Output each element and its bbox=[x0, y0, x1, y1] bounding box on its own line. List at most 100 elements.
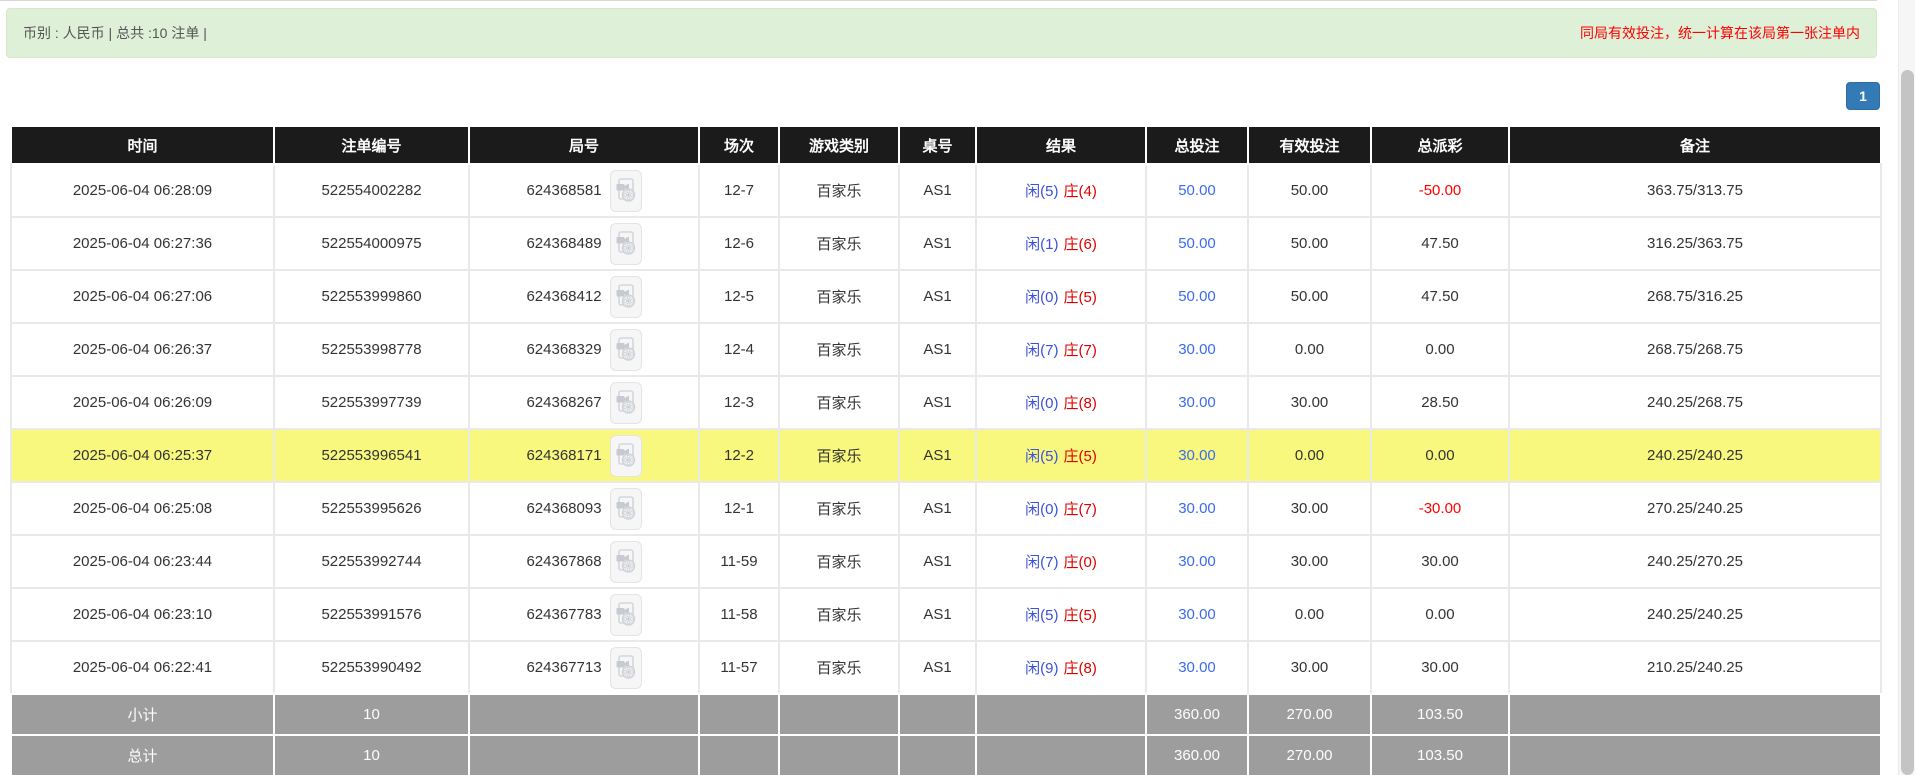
remark-cell: 210.25/240.25 bbox=[1510, 642, 1880, 693]
game-type-cell: 百家乐 bbox=[780, 430, 898, 481]
valid-bet-cell: 0.00 bbox=[1249, 589, 1370, 640]
pagination-page-1-button[interactable]: 1 bbox=[1846, 82, 1880, 110]
bet-number-cell: 522553997739 bbox=[275, 377, 468, 428]
summary-empty-cell bbox=[900, 736, 975, 775]
total-bet-cell: 50.00 bbox=[1147, 271, 1247, 322]
column-header-3: 局号 bbox=[470, 127, 698, 163]
session-cell: 11-58 bbox=[700, 589, 778, 640]
table-number-cell: AS1 bbox=[900, 165, 975, 216]
payout-cell: 47.50 bbox=[1372, 271, 1508, 322]
video-replay-icon[interactable] bbox=[609, 646, 642, 689]
payout-cell: 28.50 bbox=[1372, 377, 1508, 428]
total-bet-link[interactable]: 50.00 bbox=[1178, 235, 1216, 252]
session-cell: 12-4 bbox=[700, 324, 778, 375]
summary-empty-cell bbox=[700, 736, 778, 775]
table-row: 2025-06-04 06:22:41 522553990492 624367713… bbox=[12, 640, 1880, 693]
video-replay-icon[interactable] bbox=[609, 328, 642, 371]
round-number-cell: 624367713 bbox=[470, 642, 698, 693]
video-replay-icon[interactable] bbox=[609, 275, 642, 318]
scrollbar-thumb[interactable] bbox=[1901, 70, 1914, 775]
column-header-7: 结果 bbox=[977, 127, 1145, 163]
game-type-cell: 百家乐 bbox=[780, 165, 898, 216]
summary-payout-cell: 103.50 bbox=[1372, 695, 1508, 734]
round-number: 624368489 bbox=[526, 235, 602, 252]
round-number: 624368412 bbox=[526, 288, 602, 305]
total-bet-link[interactable]: 30.00 bbox=[1178, 553, 1216, 570]
valid-bet-notice: 同局有效投注，统一计算在该局第一张注单内 bbox=[1580, 25, 1860, 41]
round-number: 624367868 bbox=[526, 553, 602, 570]
table-row: 2025-06-04 06:23:10 522553991576 624367783… bbox=[12, 587, 1880, 640]
video-replay-icon[interactable] bbox=[609, 593, 642, 636]
remark-cell: 240.25/268.75 bbox=[1510, 377, 1880, 428]
session-cell: 11-59 bbox=[700, 536, 778, 587]
time-cell: 2025-06-04 06:26:09 bbox=[12, 377, 273, 428]
total-bet-link[interactable]: 30.00 bbox=[1178, 500, 1216, 517]
total-bet-cell: 30.00 bbox=[1147, 324, 1247, 375]
total-bet-cell: 30.00 bbox=[1147, 377, 1247, 428]
total-bet-cell: 50.00 bbox=[1147, 165, 1247, 216]
total-bet-link[interactable]: 30.00 bbox=[1178, 447, 1216, 464]
round-number-cell: 624368489 bbox=[470, 218, 698, 269]
round-number-cell: 624368329 bbox=[470, 324, 698, 375]
banker-result: 庄(8) bbox=[1063, 395, 1097, 412]
vertical-scrollbar[interactable] bbox=[1898, 0, 1915, 775]
round-number-cell: 624367868 bbox=[470, 536, 698, 587]
summary-payout-cell: 103.50 bbox=[1372, 736, 1508, 775]
column-header-11: 备注 bbox=[1510, 127, 1880, 163]
total-bet-cell: 30.00 bbox=[1147, 536, 1247, 587]
session-cell: 12-3 bbox=[700, 377, 778, 428]
valid-bet-cell: 0.00 bbox=[1249, 430, 1370, 481]
total-bet-link[interactable]: 50.00 bbox=[1178, 288, 1216, 305]
game-type-cell: 百家乐 bbox=[780, 483, 898, 534]
time-cell: 2025-06-04 06:23:44 bbox=[12, 536, 273, 587]
payout-cell: 0.00 bbox=[1372, 589, 1508, 640]
video-replay-icon[interactable] bbox=[609, 540, 642, 583]
video-replay-icon[interactable] bbox=[609, 222, 642, 265]
video-replay-icon[interactable] bbox=[609, 434, 642, 477]
bet-number-cell: 522554000975 bbox=[275, 218, 468, 269]
table-number-cell: AS1 bbox=[900, 218, 975, 269]
banker-result: 庄(0) bbox=[1063, 554, 1097, 571]
table-number-cell: AS1 bbox=[900, 483, 975, 534]
result-cell: 闲(7) 庄(7) bbox=[977, 324, 1145, 375]
column-header-4: 场次 bbox=[700, 127, 778, 163]
round-number-cell: 624367783 bbox=[470, 589, 698, 640]
table-row: 2025-06-04 06:25:08 522553995626 624368093… bbox=[12, 481, 1880, 534]
video-replay-icon[interactable] bbox=[609, 169, 642, 212]
remark-cell: 363.75/313.75 bbox=[1510, 165, 1880, 216]
session-cell: 12-5 bbox=[700, 271, 778, 322]
total-bet-link[interactable]: 30.00 bbox=[1178, 341, 1216, 358]
total-bet-cell: 30.00 bbox=[1147, 483, 1247, 534]
summary-empty-cell bbox=[470, 695, 698, 734]
session-cell: 11-57 bbox=[700, 642, 778, 693]
summary-empty-cell bbox=[780, 695, 898, 734]
game-type-cell: 百家乐 bbox=[780, 271, 898, 322]
remark-cell: 268.75/316.25 bbox=[1510, 271, 1880, 322]
valid-bet-cell: 50.00 bbox=[1249, 271, 1370, 322]
column-header-2: 注单编号 bbox=[275, 127, 468, 163]
total-bet-link[interactable]: 30.00 bbox=[1178, 659, 1216, 676]
time-cell: 2025-06-04 06:27:06 bbox=[12, 271, 273, 322]
remark-cell: 240.25/240.25 bbox=[1510, 589, 1880, 640]
session-cell: 12-6 bbox=[700, 218, 778, 269]
total-bet-link[interactable]: 30.00 bbox=[1178, 606, 1216, 623]
player-result: 闲(9) bbox=[1025, 660, 1059, 677]
bet-number-cell: 522553996541 bbox=[275, 430, 468, 481]
table-number-cell: AS1 bbox=[900, 536, 975, 587]
summary-empty-cell bbox=[977, 695, 1145, 734]
bet-number-cell: 522553991576 bbox=[275, 589, 468, 640]
video-replay-icon[interactable] bbox=[609, 487, 642, 530]
total-bet-link[interactable]: 30.00 bbox=[1178, 394, 1216, 411]
bet-number-cell: 522553999860 bbox=[275, 271, 468, 322]
video-replay-icon[interactable] bbox=[609, 381, 642, 424]
round-number-cell: 624368093 bbox=[470, 483, 698, 534]
subtotal-row: 小计 10 360.00 270.00 103.50 bbox=[12, 693, 1880, 734]
summary-empty-cell bbox=[780, 736, 898, 775]
valid-bet-cell: 30.00 bbox=[1249, 377, 1370, 428]
payout-cell: 0.00 bbox=[1372, 430, 1508, 481]
summary-empty-cell bbox=[1510, 695, 1880, 734]
total-bet-link[interactable]: 50.00 bbox=[1178, 182, 1216, 199]
table-footer: 小计 10 360.00 270.00 103.50 总计 10 360.00 270.00 10… bbox=[12, 693, 1880, 775]
player-result: 闲(5) bbox=[1025, 183, 1059, 200]
summary-empty-cell bbox=[470, 736, 698, 775]
